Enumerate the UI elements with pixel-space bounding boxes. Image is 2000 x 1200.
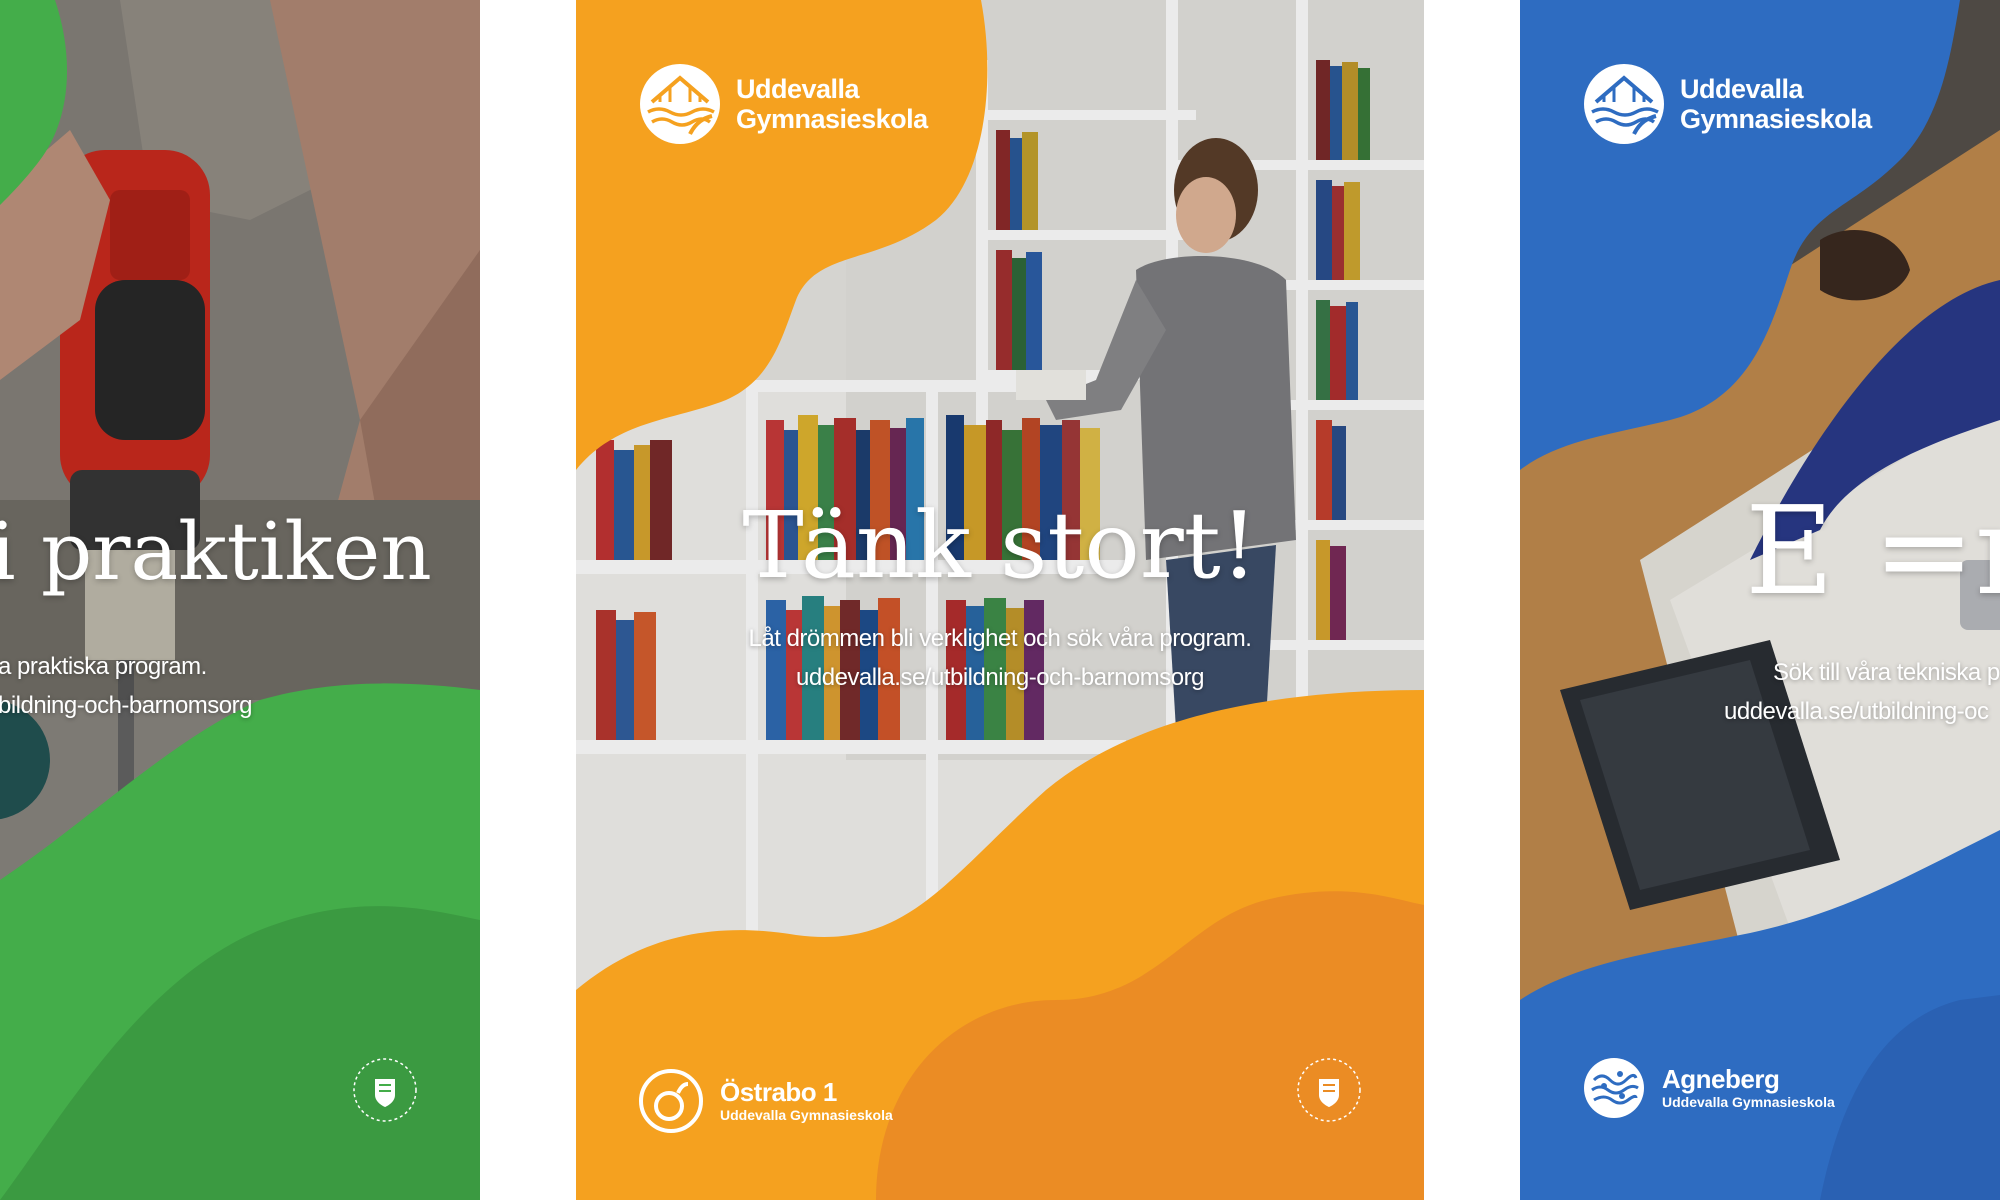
poster-green-photo <box>0 0 480 1200</box>
poster-orange-photo <box>576 0 1424 1200</box>
poster-headline: i praktiken <box>0 505 432 598</box>
poster-headline: E =n <box>1745 480 2000 622</box>
poster-url: bildning-och-barnomsorg <box>0 692 252 719</box>
uddevalla-kommun-seal-icon <box>353 1058 417 1122</box>
uddevalla-gymnasieskola-logo-icon <box>1584 64 1664 144</box>
badge-subtitle: Uddevalla Gymnasieskola <box>720 1107 893 1123</box>
logo-line-1: Uddevalla <box>1680 74 1804 104</box>
school-logo: Uddevalla Gymnasieskola <box>638 62 928 146</box>
poster-green: i praktiken a praktiska program. bildnin… <box>0 0 480 1200</box>
poster-text-line-1: a praktiska program. <box>0 653 207 680</box>
poster-blue: Uddevalla Gymnasieskola E =n Sök till vå… <box>1520 0 2000 1200</box>
badge-title: Östrabo 1 <box>720 1077 837 1107</box>
poster-headline: Tänk stort! <box>742 492 1258 599</box>
logo-line-2: Gymnasieskola <box>1680 104 1872 134</box>
uddevalla-gymnasieskola-logo-icon <box>640 64 720 144</box>
agneberg-logo-icon <box>1584 1058 1644 1118</box>
uddevalla-kommun-seal-icon <box>1297 1058 1361 1122</box>
school-badge: Agneberg Uddevalla Gymnasieskola <box>1582 1056 1835 1120</box>
school-badge: Östrabo 1 Uddevalla Gymnasieskola <box>638 1068 893 1134</box>
poster-text-line-1: Sök till våra tekniska p <box>1773 659 2000 686</box>
school-logo: Uddevalla Gymnasieskola <box>1582 62 1872 146</box>
poster-orange: Uddevalla Gymnasieskola Tänk stort! Låt … <box>576 0 1424 1200</box>
poster-url: uddevalla.se/utbildning-och-barnomsorg <box>796 664 1204 691</box>
logo-line-1: Uddevalla <box>736 74 860 104</box>
badge-title: Agneberg <box>1662 1064 1780 1094</box>
poster-text-line-1: Låt drömmen bli verklighet och sök våra … <box>748 625 1252 652</box>
ostrabo-logo-icon <box>639 1069 703 1133</box>
badge-subtitle: Uddevalla Gymnasieskola <box>1662 1094 1835 1110</box>
poster-url: uddevalla.se/utbildning-oc <box>1724 698 1989 725</box>
logo-line-2: Gymnasieskola <box>736 104 928 134</box>
